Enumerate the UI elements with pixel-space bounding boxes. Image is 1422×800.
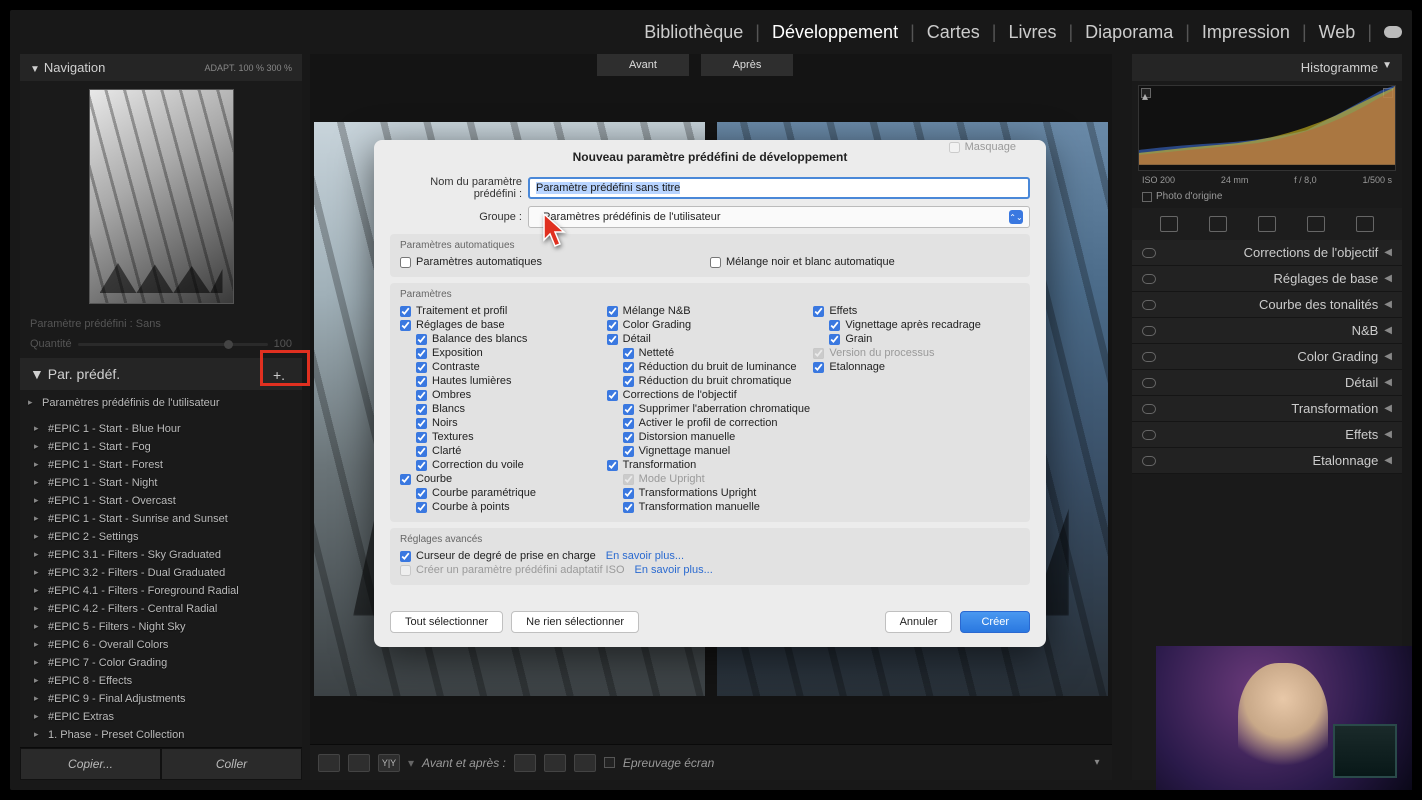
chk-sharpness[interactable]: Netteté	[623, 346, 814, 360]
chk-bw-mix[interactable]: Mélange N&B	[607, 304, 814, 318]
chk-curve-param[interactable]: Courbe paramétrique	[416, 486, 607, 500]
chk-ca[interactable]: Supprimer l'aberration chromatique	[623, 402, 814, 416]
auto-settings-checkbox[interactable]: Paramètres automatiques	[400, 255, 710, 269]
select-all-button[interactable]: Tout sélectionner	[390, 611, 503, 633]
chk-vign[interactable]: Vignettage manuel	[623, 444, 814, 458]
chk-grain[interactable]: Grain	[829, 332, 1020, 346]
new-preset-dialog: Nouveau paramètre prédéfini de développe…	[374, 140, 1046, 647]
chk-blacks[interactable]: Noirs	[416, 416, 607, 430]
chk-lens[interactable]: Corrections de l'objectif	[607, 388, 814, 402]
advanced-section-header: Réglages avancés	[400, 534, 1020, 545]
chk-upright-mode: Mode Upright	[623, 472, 814, 486]
group-label: Groupe :	[390, 211, 528, 223]
cancel-button[interactable]: Annuler	[885, 611, 953, 633]
chk-wb[interactable]: Balance des blancs	[416, 332, 607, 346]
preset-name-input[interactable]	[528, 177, 1030, 199]
learn-more-link[interactable]: En savoir plus...	[635, 564, 713, 576]
chk-detail[interactable]: Détail	[607, 332, 814, 346]
chk-contrast[interactable]: Contraste	[416, 360, 607, 374]
dropdown-icon: ⌃⌄	[1009, 210, 1023, 224]
chk-highlights[interactable]: Hautes lumières	[416, 374, 607, 388]
chk-calibration[interactable]: Etalonnage	[813, 360, 1020, 374]
chk-dist[interactable]: Distorsion manuelle	[623, 430, 814, 444]
chk-curve[interactable]: Courbe	[400, 472, 607, 486]
auto-section-header: Paramètres automatiques	[400, 240, 1020, 251]
preset-name-label: Nom du paramètre prédéfini :	[390, 176, 528, 200]
params-section-header: Paramètres	[400, 289, 1020, 300]
learn-more-link[interactable]: En savoir plus...	[606, 550, 684, 562]
webcam-overlay	[1156, 646, 1412, 790]
chk-whites[interactable]: Blancs	[416, 402, 607, 416]
chk-process: Version du processus	[813, 346, 1020, 360]
chk-masking: Masquage	[949, 140, 1016, 154]
chk-support-slider[interactable]: Curseur de degré de prise en charge	[400, 549, 596, 563]
auto-bw-checkbox[interactable]: Mélange noir et blanc automatique	[710, 255, 1020, 269]
chk-treatment[interactable]: Traitement et profil	[400, 304, 607, 318]
create-button[interactable]: Créer	[960, 611, 1030, 633]
chk-effects[interactable]: Effets	[813, 304, 1020, 318]
chk-post-vign[interactable]: Vignettage après recadrage	[829, 318, 1020, 332]
chk-exposure[interactable]: Exposition	[416, 346, 607, 360]
dialog-title: Nouveau paramètre prédéfini de développe…	[374, 140, 1046, 172]
chk-textures[interactable]: Textures	[416, 430, 607, 444]
chk-trans-manual[interactable]: Transformation manuelle	[623, 500, 814, 514]
select-none-button[interactable]: Ne rien sélectionner	[511, 611, 639, 633]
chk-dehaze[interactable]: Correction du voile	[416, 458, 607, 472]
chk-upright-trans[interactable]: Transformations Upright	[623, 486, 814, 500]
chk-curve-point[interactable]: Courbe à points	[416, 500, 607, 514]
chk-profile[interactable]: Activer le profil de correction	[623, 416, 814, 430]
chk-clarity[interactable]: Clarté	[416, 444, 607, 458]
group-select[interactable]: Paramètres prédéfinis de l'utilisateur ⌃…	[528, 206, 1030, 228]
chk-adaptive-iso: Créer un paramètre prédéfini adaptatif I…	[400, 563, 625, 577]
chk-transform[interactable]: Transformation	[607, 458, 814, 472]
chk-shadows[interactable]: Ombres	[416, 388, 607, 402]
chk-basic[interactable]: Réglages de base	[400, 318, 607, 332]
chk-nr-chr[interactable]: Réduction du bruit chromatique	[623, 374, 814, 388]
chk-nr-lum[interactable]: Réduction du bruit de luminance	[623, 360, 814, 374]
chk-color-grading[interactable]: Color Grading	[607, 318, 814, 332]
